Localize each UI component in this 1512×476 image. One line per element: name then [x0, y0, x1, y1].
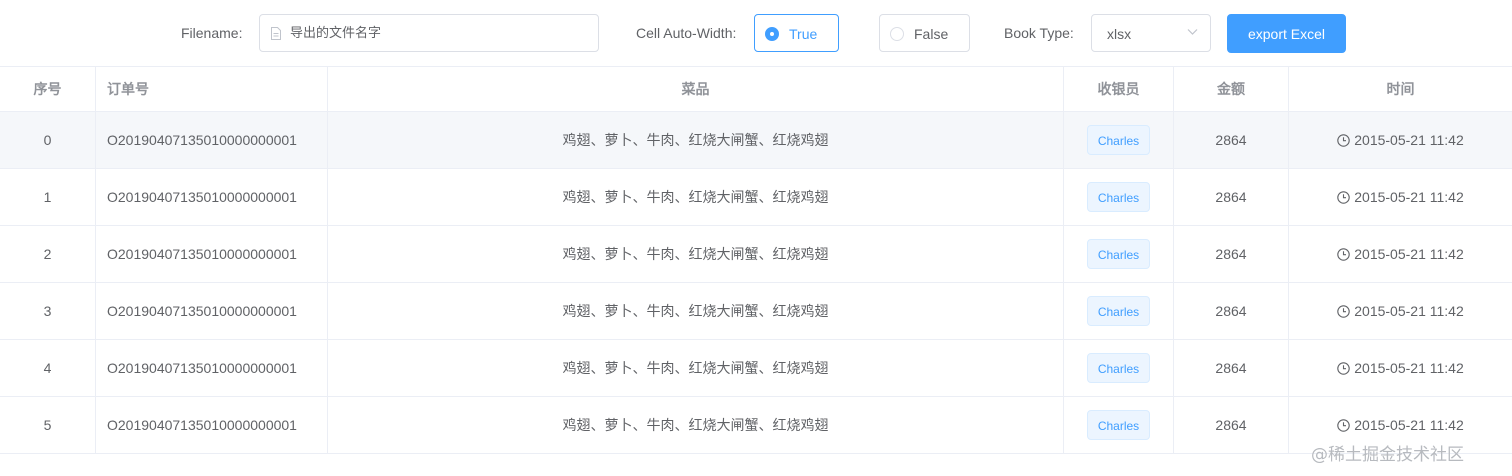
cell-amount: 2864 — [1174, 283, 1289, 339]
export-excel-button[interactable]: export Excel — [1227, 14, 1346, 53]
column-header-order-no[interactable]: 订单号 — [96, 67, 328, 111]
cashier-tag: Charles — [1086, 353, 1151, 383]
column-header-amount[interactable]: 金额 — [1174, 67, 1289, 111]
cell-index: 0 — [0, 112, 96, 168]
cell-index: 4 — [0, 340, 96, 396]
cell-dishes: 鸡翅、萝卜、牛肉、红烧大闸蟹、红烧鸡翅 — [328, 112, 1064, 168]
cell-index: 5 — [0, 397, 96, 453]
filename-field[interactable] — [259, 14, 599, 52]
cell-cashier: Charles — [1064, 169, 1174, 225]
cell-order-no: O2019040713501000000000​1 — [96, 169, 328, 225]
cell-order-no: O2019040713501000000000​1 — [96, 283, 328, 339]
watermark: @稀土掘金技术社区 — [1311, 445, 1464, 465]
time-text: 2015-05-21 11:42 — [1354, 303, 1464, 319]
radio-label: False — [914, 26, 949, 42]
clock-icon — [1337, 133, 1350, 147]
document-icon — [271, 27, 281, 40]
table-header-row: 序号 订单号 菜品 收银员 金额 时间 — [0, 66, 1512, 112]
export-toolbar: Filename: Cell Auto-Width: True False Bo… — [0, 0, 1512, 66]
radio-checked-icon — [765, 27, 779, 41]
time-text: 2015-05-21 11:42 — [1354, 246, 1464, 262]
column-header-index[interactable]: 序号 — [0, 67, 96, 111]
time-text: 2015-05-21 11:42 — [1354, 360, 1464, 376]
cell-index: 2 — [0, 226, 96, 282]
column-header-time[interactable]: 时间 — [1289, 67, 1512, 111]
time-text: 2015-05-21 11:42 — [1354, 132, 1464, 148]
cell-time: 2015-05-21 11:42 — [1289, 226, 1512, 282]
book-type-value: xlsx — [1107, 26, 1132, 42]
cashier-tag: Charles — [1086, 125, 1151, 155]
clock-icon — [1337, 304, 1350, 318]
cell-dishes: 鸡翅、萝卜、牛肉、红烧大闸蟹、红烧鸡翅 — [328, 283, 1064, 339]
table-row[interactable]: 0 O2019040713501000000000​1 鸡翅、萝卜、牛肉、红烧大闸蟹… — [0, 112, 1512, 169]
cell-dishes: 鸡翅、萝卜、牛肉、红烧大闸蟹、红烧鸡翅 — [328, 169, 1064, 225]
cell-cashier: Charles — [1064, 112, 1174, 168]
time-text: 2015-05-21 11:42 — [1354, 417, 1464, 433]
auto-width-false-radio[interactable]: False — [879, 14, 970, 52]
cell-amount: 2864 — [1174, 340, 1289, 396]
cell-time: 2015-05-21 11:42 — [1289, 340, 1512, 396]
time-text: 2015-05-21 11:42 — [1354, 189, 1464, 205]
cell-index: 3 — [0, 283, 96, 339]
table-row[interactable]: 4 O2019040713501000000000​1 鸡翅、萝卜、牛肉、红烧大闸蟹… — [0, 340, 1512, 397]
radio-unchecked-icon — [890, 27, 904, 41]
chevron-down-icon — [1187, 29, 1198, 35]
cell-order-no: O2019040713501000000000​1 — [96, 112, 328, 168]
column-header-cashier[interactable]: 收银员 — [1064, 67, 1174, 111]
auto-width-true-radio[interactable]: True — [754, 14, 839, 52]
cell-amount: 2864 — [1174, 226, 1289, 282]
cell-cashier: Charles — [1064, 340, 1174, 396]
cell-dishes: 鸡翅、萝卜、牛肉、红烧大闸蟹、红烧鸡翅 — [328, 226, 1064, 282]
cell-amount: 2864 — [1174, 112, 1289, 168]
clock-icon — [1337, 361, 1350, 375]
cell-order-no: O2019040713501000000000​1 — [96, 226, 328, 282]
cell-cashier: Charles — [1064, 283, 1174, 339]
filename-input[interactable] — [290, 15, 590, 51]
radio-label: True — [789, 26, 818, 42]
cell-time: 2015-05-21 11:42 — [1289, 169, 1512, 225]
cashier-tag: Charles — [1086, 239, 1151, 269]
cell-order-no: O2019040713501000000000​1 — [96, 340, 328, 396]
cashier-tag: Charles — [1086, 182, 1151, 212]
book-type-label: Book Type: — [1004, 25, 1074, 41]
cell-index: 1 — [0, 169, 96, 225]
cell-dishes: 鸡翅、萝卜、牛肉、红烧大闸蟹、红烧鸡翅 — [328, 340, 1064, 396]
cell-time: 2015-05-21 11:42 — [1289, 112, 1512, 168]
book-type-select[interactable]: xlsx — [1091, 14, 1211, 52]
cell-order-no: O2019040713501000000000​1 — [96, 397, 328, 453]
cell-cashier: Charles — [1064, 226, 1174, 282]
cell-amount: 2864 — [1174, 169, 1289, 225]
table-row[interactable]: 2 O2019040713501000000000​1 鸡翅、萝卜、牛肉、红烧大闸蟹… — [0, 226, 1512, 283]
clock-icon — [1337, 190, 1350, 204]
column-header-dishes[interactable]: 菜品 — [328, 67, 1064, 111]
table-row[interactable]: 3 O2019040713501000000000​1 鸡翅、萝卜、牛肉、红烧大闸蟹… — [0, 283, 1512, 340]
clock-icon — [1337, 418, 1350, 432]
cell-amount: 2864 — [1174, 397, 1289, 453]
auto-width-label: Cell Auto-Width: — [636, 25, 737, 41]
clock-icon — [1337, 247, 1350, 261]
filename-label: Filename: — [181, 25, 243, 41]
cell-time: 2015-05-21 11:42 — [1289, 283, 1512, 339]
cell-cashier: Charles — [1064, 397, 1174, 453]
cell-dishes: 鸡翅、萝卜、牛肉、红烧大闸蟹、红烧鸡翅 — [328, 397, 1064, 453]
table-row[interactable]: 1 O2019040713501000000000​1 鸡翅、萝卜、牛肉、红烧大闸蟹… — [0, 169, 1512, 226]
cashier-tag: Charles — [1086, 296, 1151, 326]
table-row[interactable]: 5 O2019040713501000000000​1 鸡翅、萝卜、牛肉、红烧大闸蟹… — [0, 397, 1512, 454]
cashier-tag: Charles — [1086, 410, 1151, 440]
